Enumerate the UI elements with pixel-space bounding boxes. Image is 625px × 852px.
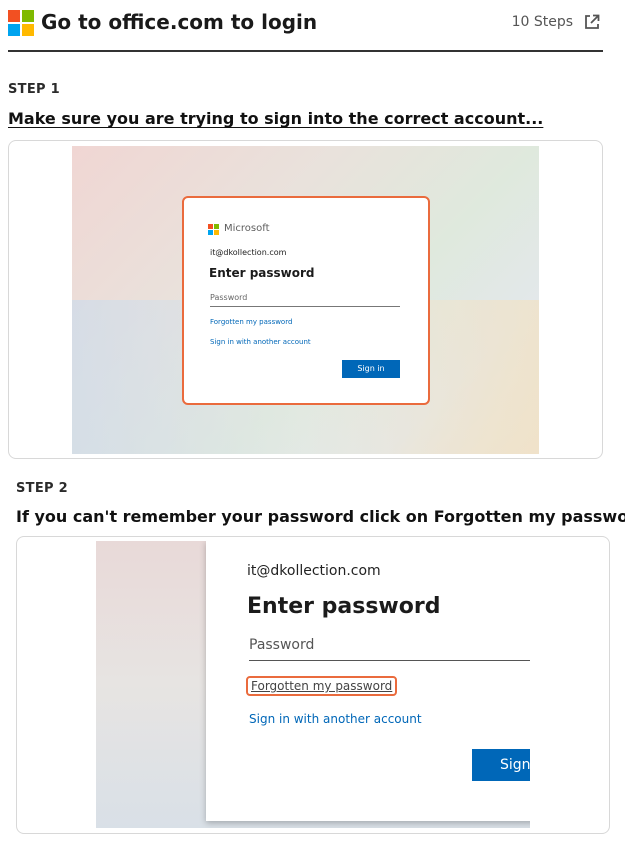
forgot-password-link: Forgotten my password [210,318,293,326]
password-field-placeholder: Password [249,637,315,653]
step-2-screenshot: it@dkollection.com Enter password Passwo… [96,541,530,828]
external-link-icon[interactable] [583,13,601,31]
guide-title: Go to office.com to login [41,10,318,34]
forgot-password-link-highlighted: Forgotten my password [246,676,398,696]
guide-header: Go to office.com to login 10 Steps [8,8,603,52]
sign-in-button: Sign [472,749,530,781]
another-account-link: Sign in with another account [210,338,311,346]
password-field-underline [210,306,400,307]
sign-in-button: Sign in [342,360,400,378]
account-email: it@dkollection.com [210,248,287,257]
password-field-underline [249,660,530,661]
header-divider [8,50,603,52]
microsoft-logo-icon [208,224,219,235]
microsoft-logo-icon [8,10,34,36]
signin-dialog-highlighted: Microsoft it@dkollection.com Enter passw… [182,196,430,405]
step-1-screenshot: Microsoft it@dkollection.com Enter passw… [72,146,539,454]
account-email: it@dkollection.com [247,563,381,579]
signin-dialog-zoomed: it@dkollection.com Enter password Passwo… [206,541,530,821]
password-field-placeholder: Password [210,293,248,302]
dialog-heading: Enter password [247,594,441,619]
step-1-label: STEP 1 [8,82,61,97]
step-1-image-card: Microsoft it@dkollection.com Enter passw… [8,140,603,459]
step-1-text: Make sure you are trying to sign into th… [8,109,544,128]
step-2-label: STEP 2 [16,481,69,496]
brand-name: Microsoft [224,223,270,234]
steps-count: 10 Steps [511,14,573,30]
step-2-image-card: it@dkollection.com Enter password Passwo… [16,536,610,834]
another-account-link: Sign in with another account [249,712,422,726]
dialog-heading: Enter password [209,266,315,280]
step-2-text: If you can't remember your password clic… [16,507,625,526]
